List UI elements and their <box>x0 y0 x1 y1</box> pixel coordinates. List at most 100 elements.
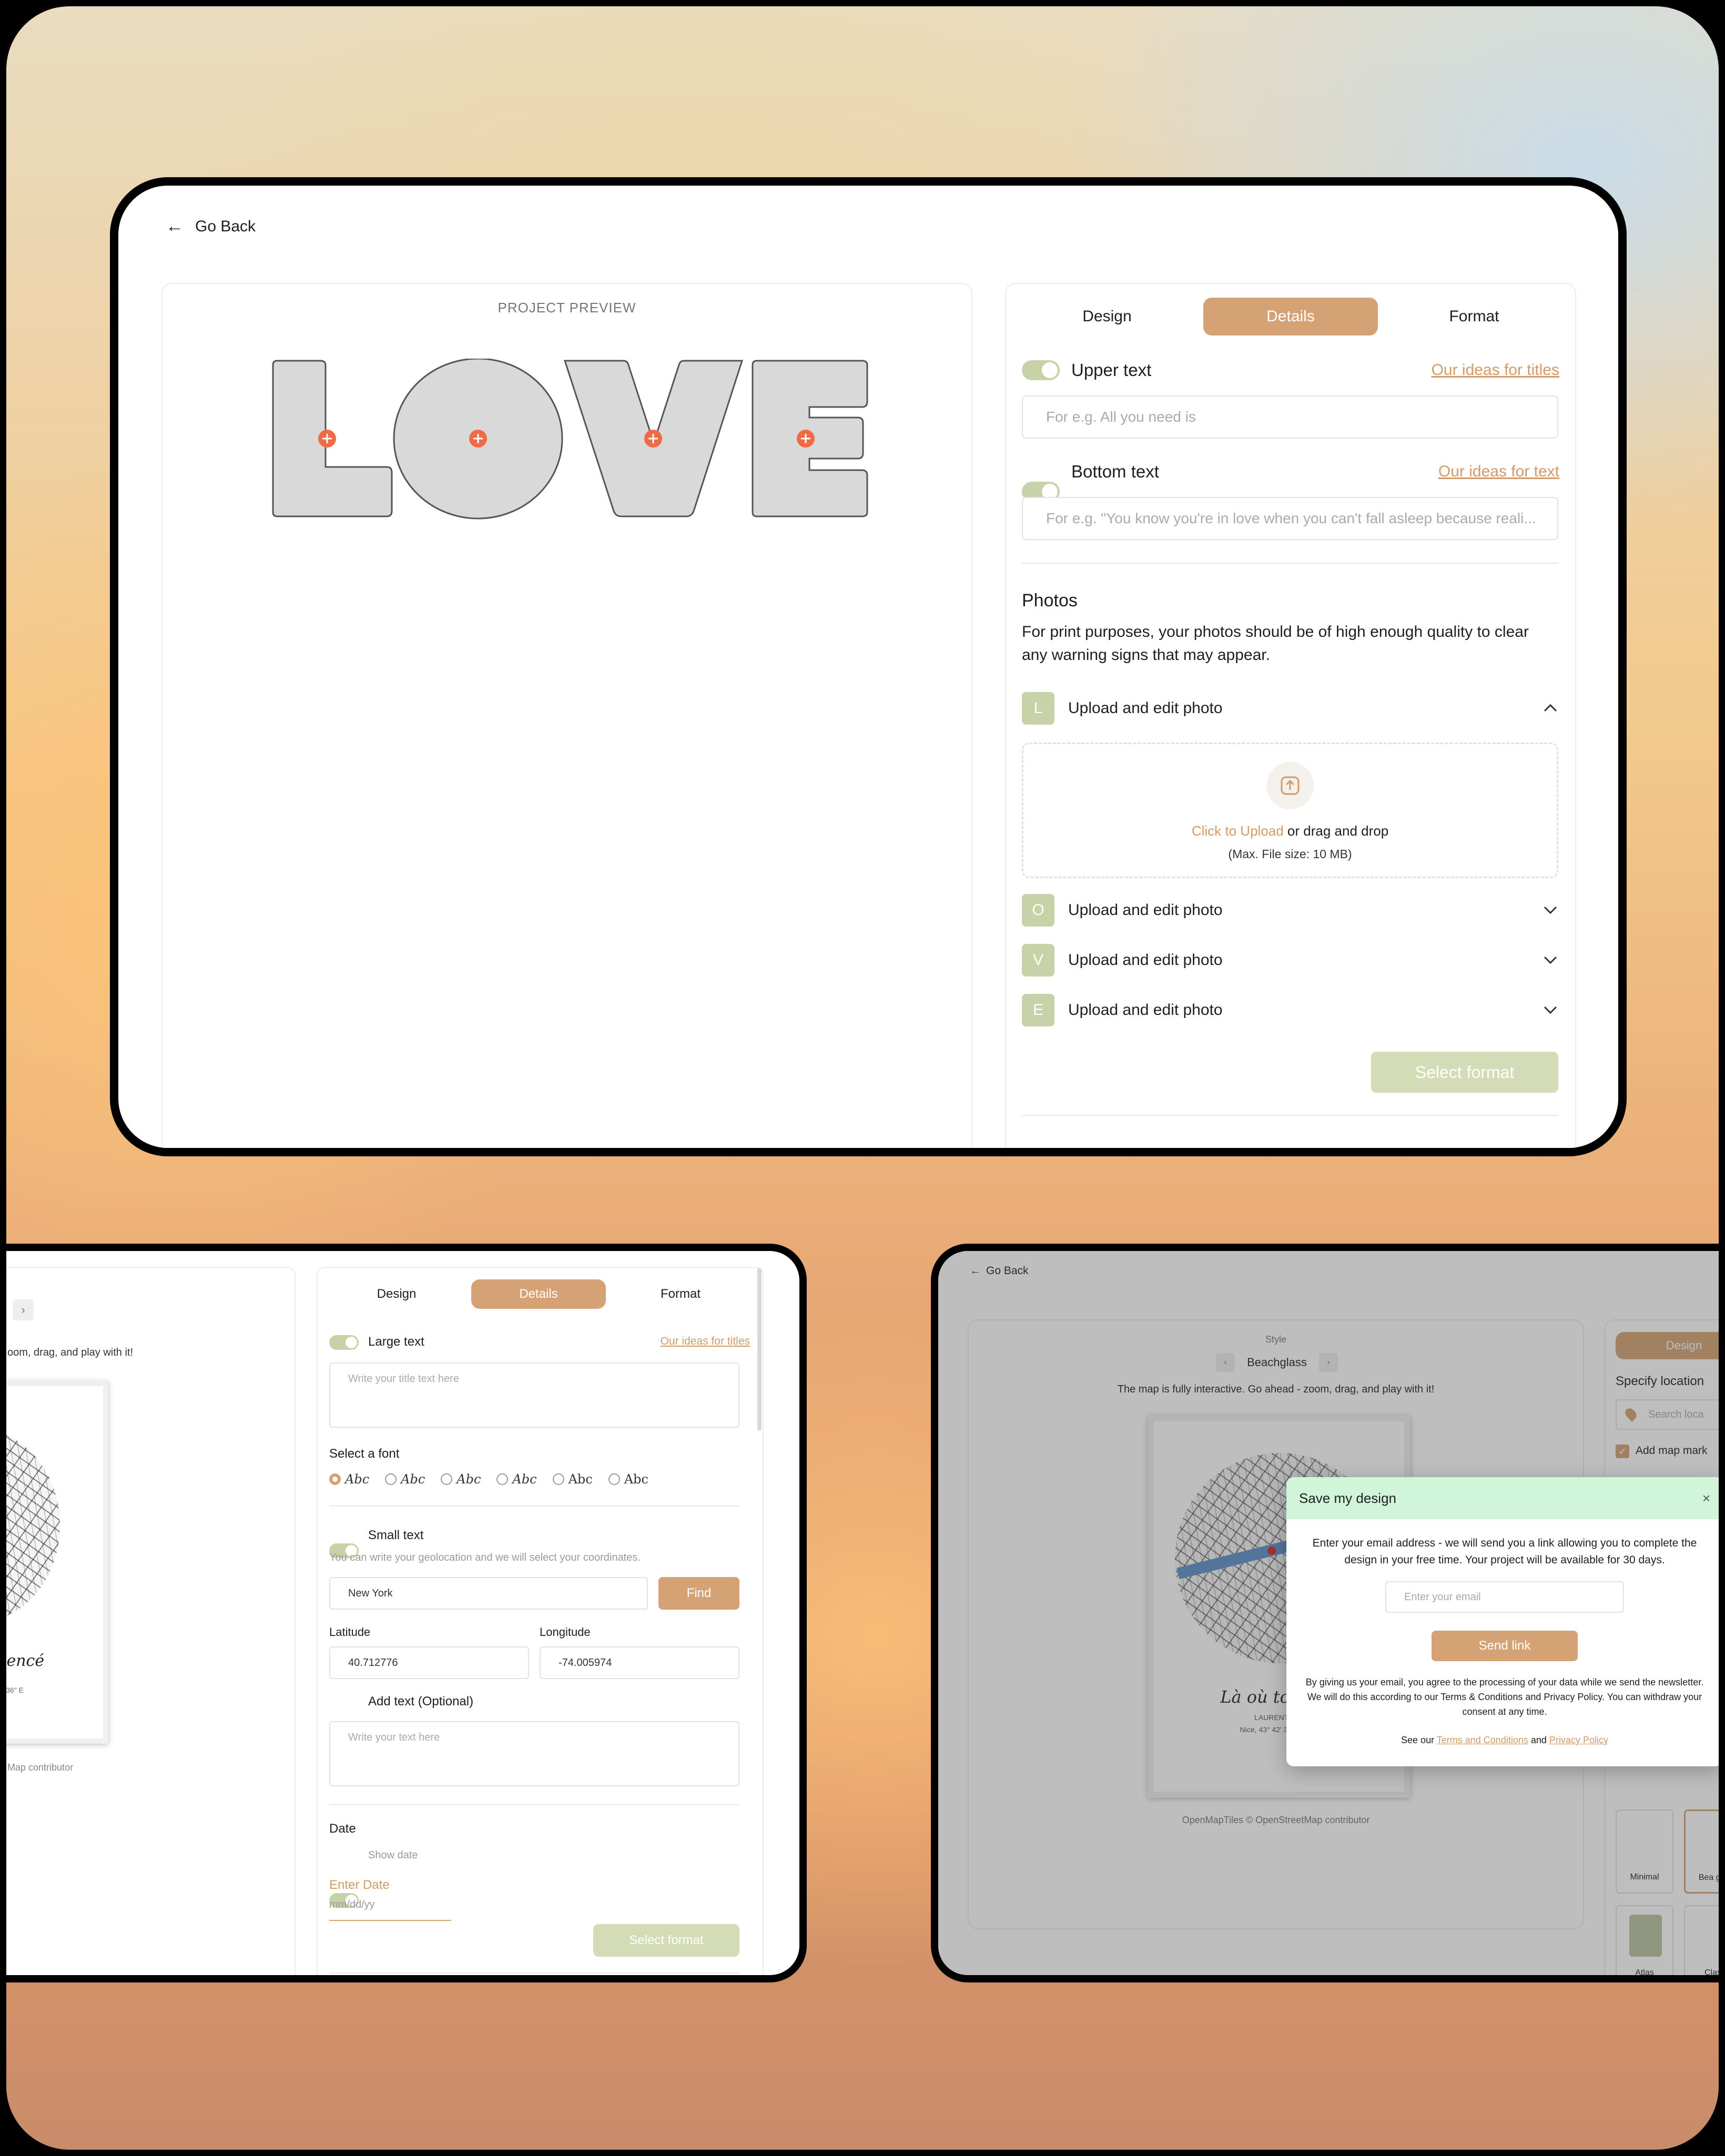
go-back-link[interactable]: ← Go Back <box>166 216 256 237</box>
radio-icon <box>496 1473 509 1485</box>
photo-item-e[interactable]: E Upload and edit photo <box>1022 994 1558 1026</box>
photo-letter-badge: E <box>1022 994 1054 1026</box>
map-circle[interactable] <box>6 1428 60 1623</box>
tab-design[interactable]: Design <box>328 1279 465 1309</box>
close-icon[interactable]: × <box>1702 1490 1710 1507</box>
font-sample: Abc <box>512 1472 537 1487</box>
date-input[interactable]: mm/dd/yy <box>329 1899 375 1911</box>
font-option[interactable]: Abc <box>496 1472 537 1487</box>
chevron-up-icon[interactable] <box>1543 699 1558 717</box>
font-sample: Abc <box>345 1472 370 1487</box>
small-text-hint: You can write your geolocation and we wi… <box>329 1552 641 1563</box>
map-credit: Map contributor <box>7 1762 74 1773</box>
latitude-input[interactable]: 40.712776 <box>329 1646 529 1679</box>
upload-file-icon <box>1266 762 1314 809</box>
large-text-label: Large text <box>368 1335 424 1349</box>
love-letters <box>272 359 868 520</box>
poster-frame: mencé 5.0336" E <box>6 1381 108 1744</box>
photo-item-l[interactable]: L Upload and edit photo <box>1022 692 1558 725</box>
send-link-button[interactable]: Send link <box>1432 1631 1578 1661</box>
add-photo-marker-icon <box>318 430 336 448</box>
upper-text-input[interactable]: For e.g. All you need is <box>1022 395 1558 439</box>
photo-item-o[interactable]: O Upload and edit photo <box>1022 894 1558 927</box>
add-text-input[interactable]: Write your text here <box>329 1721 739 1786</box>
click-to-upload-link[interactable]: Click to Upload <box>1192 823 1284 839</box>
device-left: › oom, drag, and play with it! mencé 5.0… <box>6 1244 807 1982</box>
arrow-left-icon: ← <box>166 216 184 236</box>
photo-letter-badge: O <box>1022 894 1054 927</box>
divider <box>329 1972 739 1974</box>
chevron-down-icon[interactable] <box>1543 951 1558 969</box>
settings-panel: Design Details Format Upper text Our ide… <box>1005 283 1576 1148</box>
photo-item-label: Upload and edit photo <box>1068 1001 1223 1019</box>
poster-title: mencé <box>6 1652 45 1670</box>
upper-text-toggle[interactable] <box>1022 360 1060 380</box>
divider <box>1022 563 1558 564</box>
font-option[interactable]: Abc <box>608 1472 648 1487</box>
font-option[interactable]: Abc <box>385 1472 425 1487</box>
scrollbar[interactable] <box>757 1268 762 1431</box>
font-options: Abc Abc Abc Abc Abc Abc <box>329 1472 648 1487</box>
select-format-button[interactable]: Select format <box>593 1924 739 1957</box>
location-input[interactable]: New York <box>329 1577 648 1610</box>
small-text-label: Small text <box>368 1528 424 1542</box>
large-text-toggle[interactable] <box>329 1335 359 1350</box>
find-button[interactable]: Find <box>658 1577 739 1610</box>
date-underline <box>329 1920 451 1921</box>
save-design-modal: Save my design × Enter your email addres… <box>1286 1477 1719 1766</box>
font-option[interactable]: Abc <box>441 1472 481 1487</box>
background: ← Go Back PROJECT PREVIEW Design Details… <box>6 6 1719 2150</box>
modal-header: Save my design × <box>1286 1477 1719 1519</box>
preview-label: PROJECT PREVIEW <box>498 300 636 316</box>
consent-text: By giving us your email, you agree to th… <box>1305 1677 1704 1717</box>
large-text-input[interactable]: Write your title text here <box>329 1362 739 1428</box>
font-option[interactable]: Abc <box>329 1472 369 1487</box>
large-text-ideas-link[interactable]: Our ideas for titles <box>661 1335 750 1348</box>
tab-format[interactable]: Format <box>612 1279 749 1309</box>
device-main: ← Go Back PROJECT PREVIEW Design Details… <box>110 177 1627 1156</box>
bottom-text-input[interactable]: For e.g. "You know you're in love when y… <box>1022 497 1558 540</box>
chevron-down-icon[interactable] <box>1543 901 1558 919</box>
upload-dropzone[interactable]: Click to Upload or drag and drop (Max. F… <box>1022 743 1558 878</box>
photo-item-label: Upload and edit photo <box>1068 699 1223 717</box>
and-text: and <box>1530 1735 1547 1745</box>
map-preview-panel: › oom, drag, and play with it! mencé 5.0… <box>6 1267 296 1975</box>
add-text-label: Add text (Optional) <box>368 1694 474 1708</box>
max-file-size: (Max. File size: 10 MB) <box>1228 847 1352 861</box>
select-font-label: Select a font <box>329 1447 400 1461</box>
select-format-button[interactable]: Select format <box>1371 1052 1558 1093</box>
tab-details[interactable]: Details <box>471 1279 606 1309</box>
longitude-input[interactable]: -74.005974 <box>540 1646 739 1679</box>
legal-links: See our Terms and Conditions and Privacy… <box>1286 1735 1719 1746</box>
radio-icon <box>608 1473 620 1485</box>
upper-text-ideas-link[interactable]: Our ideas for titles <box>1432 361 1559 379</box>
tab-format[interactable]: Format <box>1387 298 1561 335</box>
tab-bar: Design Details Format <box>328 1279 749 1309</box>
tab-design[interactable]: Design <box>1020 298 1194 335</box>
chevron-down-icon[interactable] <box>1543 1001 1558 1019</box>
privacy-link[interactable]: Privacy Policy <box>1549 1735 1608 1745</box>
enter-date-label: Enter Date <box>329 1878 390 1892</box>
bottom-text-ideas-link[interactable]: Our ideas for text <box>1438 463 1559 481</box>
next-style-arrow-icon[interactable]: › <box>13 1299 34 1320</box>
radio-icon <box>552 1473 564 1485</box>
email-input[interactable]: Enter your email <box>1385 1581 1624 1613</box>
date-title: Date <box>329 1822 356 1836</box>
screen-left: › oom, drag, and play with it! mencé 5.0… <box>6 1251 799 1975</box>
terms-link[interactable]: Terms and Conditions <box>1437 1735 1528 1745</box>
tab-details[interactable]: Details <box>1203 298 1378 335</box>
tab-bar: Design Details Format <box>1020 298 1561 335</box>
photo-item-v[interactable]: V Upload and edit photo <box>1022 944 1558 977</box>
photos-title: Photos <box>1022 591 1078 611</box>
modal-body-text: Enter your email address - we will send … <box>1312 1537 1697 1566</box>
drag-drop-text: or drag and drop <box>1287 823 1389 839</box>
longitude-label: Longitude <box>540 1625 591 1639</box>
font-option[interactable]: Abc <box>552 1472 593 1487</box>
photo-letter-badge: V <box>1022 944 1054 977</box>
font-sample: Abc <box>624 1472 648 1487</box>
poster-coordinates: 5.0336" E <box>6 1686 24 1694</box>
screen-main: ← Go Back PROJECT PREVIEW Design Details… <box>118 186 1618 1148</box>
photo-item-label: Upload and edit photo <box>1068 951 1223 969</box>
divider <box>329 1506 739 1507</box>
divider <box>329 1804 739 1805</box>
